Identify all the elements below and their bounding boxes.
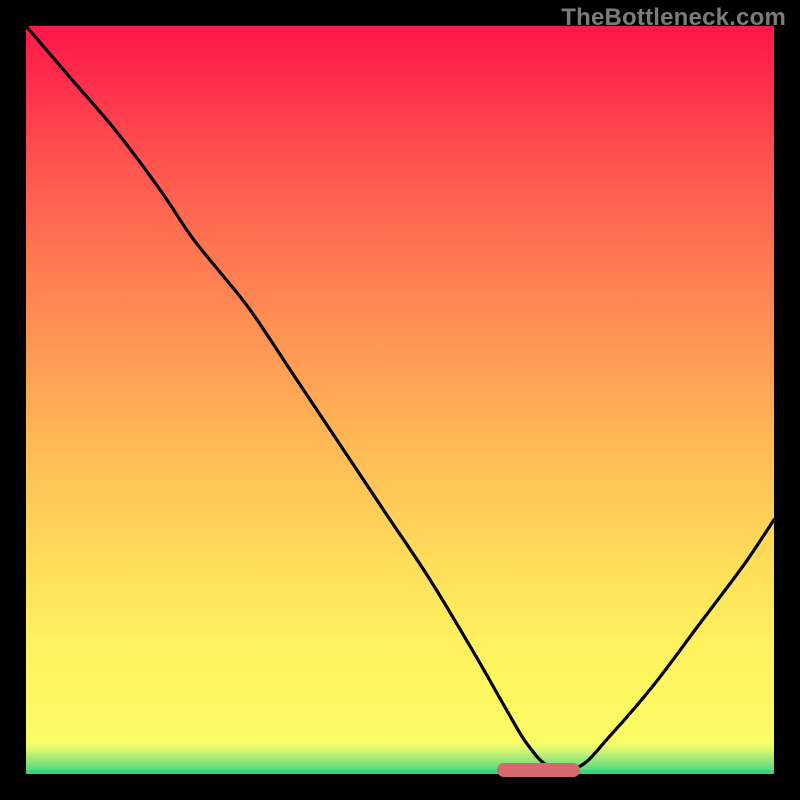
bottleneck-curve — [26, 26, 774, 774]
chart-frame: TheBottleneck.com — [0, 0, 800, 800]
plot-area — [26, 26, 774, 774]
watermark-text: TheBottleneck.com — [561, 4, 786, 32]
optimal-marker — [497, 763, 579, 777]
